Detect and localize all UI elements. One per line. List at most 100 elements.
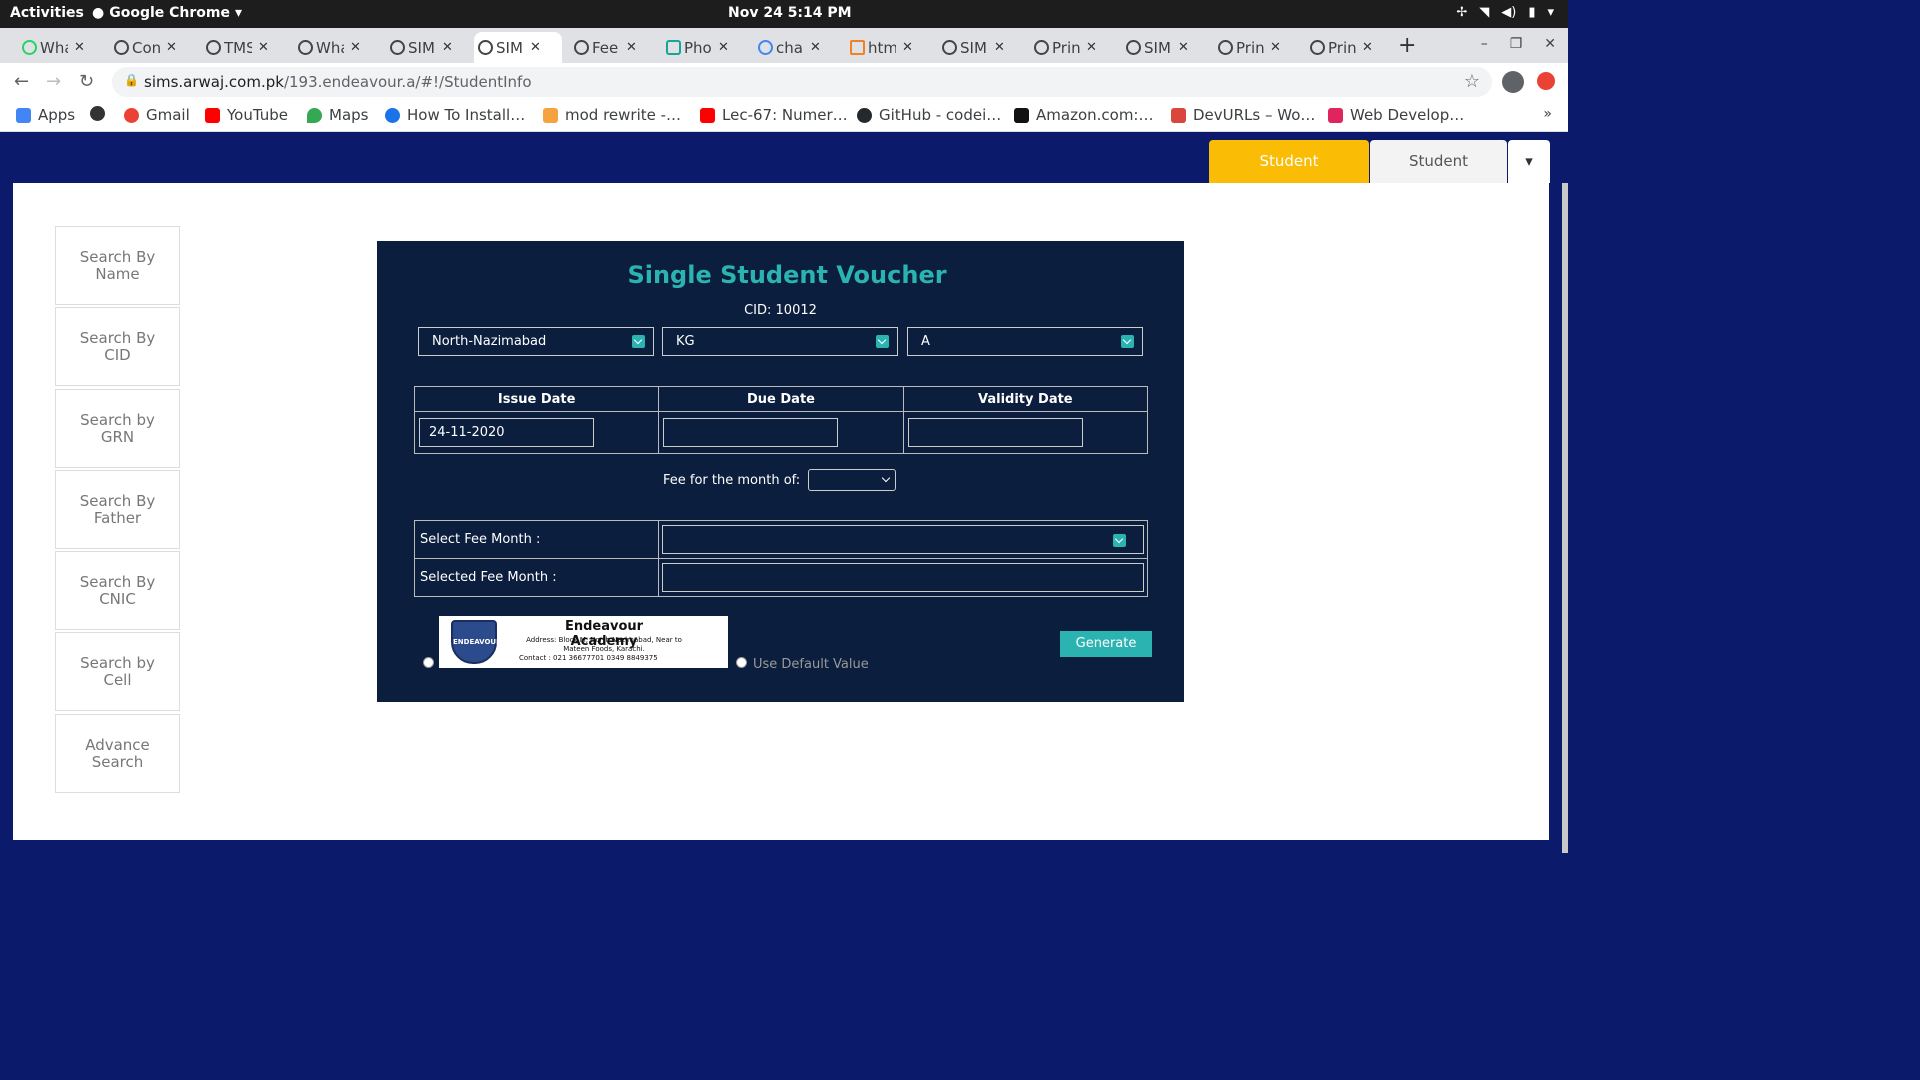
browser-tab[interactable]: Wha ✕	[294, 32, 367, 63]
tab-label: Con	[132, 38, 160, 57]
app-menu[interactable]: ● Google Chrome ▾	[92, 5, 242, 21]
forward-arrow-icon[interactable]: →	[46, 71, 61, 92]
chevron-down-icon: ▾	[234, 5, 243, 21]
main-nav-tabs: Student Search Student List ▾	[1209, 140, 1550, 213]
bookmark-web-develop[interactable]: Web Develop…	[1328, 106, 1464, 124]
photopea-icon	[666, 40, 681, 55]
reload-icon[interactable]: ↻	[79, 71, 94, 92]
address-bar[interactable]: 🔒 sims.arwaj.com.pk/193.endeavour.a/#!/S…	[112, 67, 1492, 97]
browser-tab[interactable]: cha ✕	[754, 32, 827, 63]
selected-fee-month-label: Selected Fee Month :	[414, 558, 659, 597]
bookmark-devurls[interactable]: DevURLs – Wo…	[1171, 106, 1315, 124]
activities-button[interactable]: Activities	[10, 5, 84, 21]
close-icon[interactable]: ✕	[994, 40, 1005, 55]
browser-tab[interactable]: SIM ✕	[1122, 32, 1195, 63]
generate-button[interactable]: Generate	[1060, 631, 1152, 657]
bookmark-maps[interactable]: Maps	[307, 106, 368, 124]
page-scrollbar[interactable]	[1562, 183, 1568, 853]
campus-select[interactable]: North-Nazimabad	[418, 327, 654, 356]
close-icon[interactable]: ✕	[258, 40, 269, 55]
search-by-grn-button[interactable]: Search by GRN	[55, 389, 180, 468]
browser-tab[interactable]: Con ✕	[110, 32, 183, 63]
validity-date-input[interactable]	[907, 418, 1083, 447]
section-select[interactable]: A	[907, 327, 1143, 356]
close-icon[interactable]: ✕	[350, 40, 361, 55]
logo-template-radio[interactable]	[423, 657, 434, 668]
close-icon[interactable]: ✕	[626, 40, 637, 55]
profile-avatar-icon[interactable]	[1502, 71, 1524, 93]
close-icon[interactable]: ✕	[718, 40, 729, 55]
app-name: Google Chrome	[109, 5, 230, 21]
wifi-icon[interactable]: ◥	[1479, 5, 1489, 20]
select-fee-month-dropdown[interactable]	[662, 525, 1144, 554]
nav-dropdown-caret-icon[interactable]: ▾	[1508, 140, 1550, 183]
bookmark-globe[interactable]	[90, 106, 105, 121]
new-tab-button[interactable]: +	[1398, 33, 1416, 58]
close-icon[interactable]: ✕	[1270, 40, 1281, 55]
browser-tab[interactable]: SIM ✕	[386, 32, 459, 63]
browser-tab-active[interactable]: SIM ✕	[474, 32, 562, 63]
bookmark-gmail[interactable]: Gmail	[124, 106, 190, 124]
browser-tab[interactable]: SIM ✕	[938, 32, 1011, 63]
more-bookmarks-icon[interactable]: »	[1543, 106, 1552, 122]
issue-date-input[interactable]: 24-11-2020	[419, 418, 594, 447]
back-arrow-icon[interactable]: ←	[14, 71, 29, 92]
search-by-cid-button[interactable]: Search By CID	[55, 307, 180, 386]
close-icon[interactable]: ✕	[74, 40, 85, 55]
bookmark-github[interactable]: GitHub - codei…	[857, 106, 1001, 124]
tab-student-search[interactable]: Student Search	[1209, 140, 1369, 213]
use-default-radio[interactable]	[736, 657, 747, 668]
clock[interactable]: Nov 24 5:14 PM	[728, 5, 852, 21]
restore-icon[interactable]: ❐	[1510, 36, 1523, 52]
tab-student-list[interactable]: Student List	[1370, 140, 1507, 213]
battery-icon[interactable]: ▮	[1528, 5, 1535, 20]
close-icon[interactable]: ✕	[902, 40, 913, 55]
close-icon[interactable]: ✕	[530, 40, 541, 55]
bookmark-mod-rewrite[interactable]: mod rewrite -…	[543, 106, 681, 124]
close-icon[interactable]: ✕	[810, 40, 821, 55]
youtube-icon	[205, 107, 220, 123]
browser-tab[interactable]: htm ✕	[846, 32, 919, 63]
advance-search-button[interactable]: Advance Search	[55, 714, 180, 793]
system-tray[interactable]: ✢ ◥ ◀) ▮ ▾	[1456, 5, 1554, 20]
bookmarks-bar: Apps Gmail YouTube Maps How To Install… …	[0, 101, 1568, 132]
lock-icon[interactable]: 🔒	[124, 73, 139, 87]
bookmark-youtube[interactable]: YouTube	[205, 106, 288, 124]
bookmark-lec-67[interactable]: Lec-67: Numer…	[700, 106, 848, 124]
search-by-father-button[interactable]: Search By Father	[55, 470, 180, 549]
bookmark-label: DevURLs – Wo…	[1193, 106, 1316, 124]
due-date-input[interactable]	[663, 418, 839, 447]
bookmark-label: How To Install…	[407, 106, 526, 124]
volume-icon[interactable]: ◀)	[1501, 5, 1516, 20]
close-icon[interactable]: ✕	[1362, 40, 1373, 55]
search-by-name-button[interactable]: Search By Name	[55, 226, 180, 305]
bookmark-star-icon[interactable]: ☆	[1464, 71, 1480, 92]
fee-month-select[interactable]	[808, 469, 897, 491]
minimize-icon[interactable]: –	[1481, 36, 1488, 52]
browser-tab[interactable]: Wha ✕	[18, 32, 91, 63]
accessibility-icon[interactable]: ✢	[1456, 5, 1467, 20]
class-select[interactable]: KG	[662, 327, 898, 356]
window-controls: – ❐ ✕	[1481, 36, 1556, 52]
search-by-cnic-button[interactable]: Search By CNIC	[55, 551, 180, 630]
close-icon[interactable]: ✕	[442, 40, 453, 55]
bookmark-label: Gmail	[146, 106, 190, 124]
close-icon[interactable]: ✕	[1178, 40, 1189, 55]
browser-tab[interactable]: Prin ✕	[1214, 32, 1287, 63]
chevron-down-icon[interactable]: ▾	[1547, 5, 1554, 20]
selected-fee-month-field[interactable]	[662, 563, 1144, 592]
bookmark-how-to-install[interactable]: How To Install…	[385, 106, 525, 124]
browser-tab[interactable]: Pho ✕	[662, 32, 735, 63]
browser-tab[interactable]: Prin ✕	[1306, 32, 1379, 63]
close-window-icon[interactable]: ✕	[1544, 36, 1556, 52]
bookmark-amazon[interactable]: Amazon.com:…	[1014, 106, 1153, 124]
search-by-cell-button[interactable]: Search by Cell	[55, 632, 180, 711]
update-icon[interactable]	[1537, 72, 1555, 90]
close-icon[interactable]: ✕	[1086, 40, 1097, 55]
bookmark-apps[interactable]: Apps	[16, 106, 75, 124]
browser-tab[interactable]: Fee ✕	[570, 32, 643, 63]
close-icon[interactable]: ✕	[166, 40, 177, 55]
browser-tab[interactable]: Prin ✕	[1030, 32, 1103, 63]
browser-tab[interactable]: TMS ✕	[202, 32, 275, 63]
globe-icon	[298, 40, 313, 55]
